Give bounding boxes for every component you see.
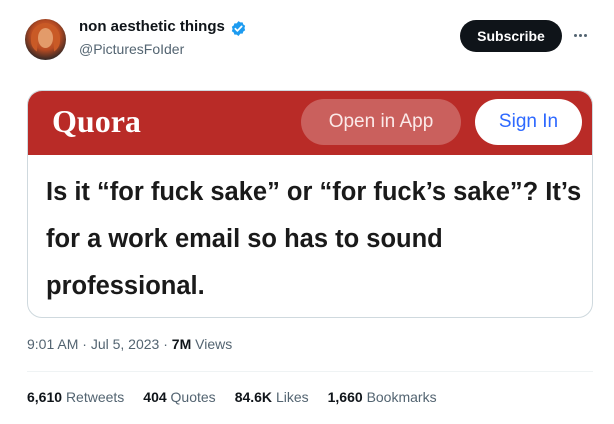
engagement-stats: 6,610 Retweets 404 Quotes 84.6K Likes 1,… [27,389,437,405]
views-count: 7M [171,336,192,352]
quora-header-bar: Quora Open in App Sign In [28,91,592,155]
stat-count: 404 [143,389,167,405]
stat-label: Likes [275,389,309,405]
more-dot [584,33,587,37]
stat-count: 1,660 [327,389,363,405]
stat-retweets[interactable]: 6,610 Retweets [27,389,124,405]
author-name[interactable]: non aesthetic things [79,18,225,35]
avatar[interactable] [25,19,66,60]
stat-label: Quotes [170,389,216,405]
quora-logo: Quora [52,103,141,139]
stat-likes[interactable]: 84.6K Likes [235,389,309,405]
tweet-meta: 9:01 AM · Jul 5, 2023 · 7M Views [27,336,232,352]
stat-label: Retweets [65,389,125,405]
stat-quotes[interactable]: 404 Quotes [143,389,215,405]
meta-separator: · [159,336,172,352]
stat-label: Bookmarks [366,389,437,405]
more-options-icon[interactable] [574,28,592,42]
meta-separator: · [78,336,91,352]
stat-count: 6,610 [27,389,63,405]
open-in-app-button: Open in App [301,99,461,145]
views-label: Views [191,336,233,352]
divider [27,371,593,372]
more-dot [574,33,577,37]
tweet-time[interactable]: 9:01 AM [27,336,78,352]
sign-in-button: Sign In [475,99,582,145]
tweet-media-image[interactable]: Quora Open in App Sign In Is it “for fuc… [27,90,593,318]
subscribe-button[interactable]: Subscribe [460,20,562,52]
verified-badge-icon [231,21,246,36]
stat-bookmarks[interactable]: 1,660 Bookmarks [328,389,437,405]
tweet-date[interactable]: Jul 5, 2023 [91,336,160,352]
question-text: Is it “for fuck sake” or “for fuck’s sak… [46,178,582,300]
more-dot [579,33,582,37]
avatar-face [38,28,53,48]
stat-count: 84.6K [234,389,273,405]
author-handle[interactable]: @PicturesFoIder [79,41,184,57]
